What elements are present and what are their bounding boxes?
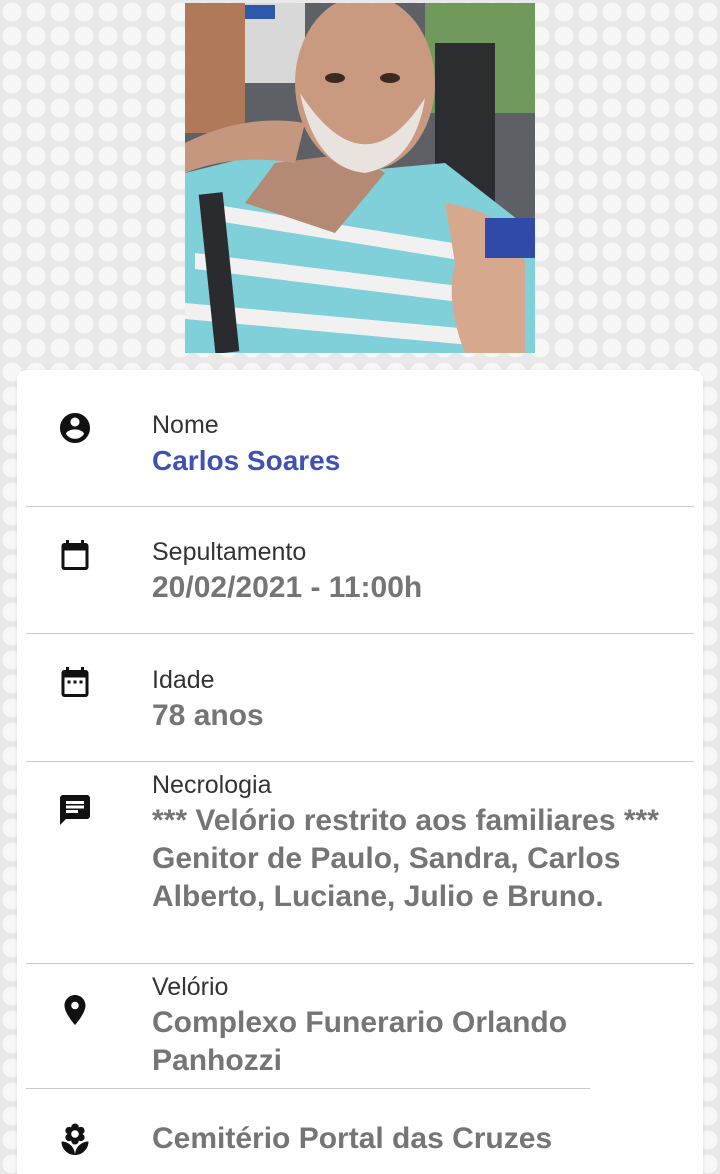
field-label: Nome (152, 411, 219, 439)
deceased-name: Carlos Soares (152, 445, 341, 476)
calendar-dots-icon (57, 664, 93, 700)
profile-photo-image (185, 3, 535, 353)
cemetery-name: Cemitério Portal das Cruzes (152, 1122, 553, 1155)
field-wake: Velório Complexo Funerario Orlando Panho… (26, 964, 694, 1088)
field-label: Necrologia (152, 771, 272, 799)
divider (26, 1088, 590, 1089)
obituary-note: *** Velório restrito aos familiares *** (152, 804, 659, 837)
field-label: Idade (152, 666, 215, 694)
field-label: Sepultamento (152, 538, 307, 566)
field-burial: Sepultamento 20/02/2021 - 11:00h (26, 507, 694, 634)
field-label: Velório (152, 973, 229, 1001)
profile-photo (185, 3, 535, 353)
wake-location: Complexo Funerario Orlando Panhozzi (152, 1006, 568, 1077)
age-value: 78 anos (152, 699, 264, 732)
burial-datetime: 20/02/2021 - 11:00h (152, 571, 423, 604)
field-age: Idade 78 anos (26, 634, 694, 762)
account-circle-icon (57, 410, 93, 446)
calendar-icon (57, 537, 93, 573)
field-name: Nome Carlos Soares (26, 370, 694, 507)
flower-icon (57, 1122, 93, 1158)
field-obituary: Necrologia *** Velório restrito aos fami… (26, 762, 694, 964)
location-pin-icon (57, 992, 93, 1028)
message-icon (57, 792, 93, 828)
obituary-card: Nome Carlos Soares Sepultamento 20/02/20… (17, 370, 703, 1174)
obituary-family: Genitor de Paulo, Sandra, Carlos Alberto… (152, 842, 621, 913)
field-cemetery: Cemitério Portal das Cruzes (26, 1090, 694, 1174)
